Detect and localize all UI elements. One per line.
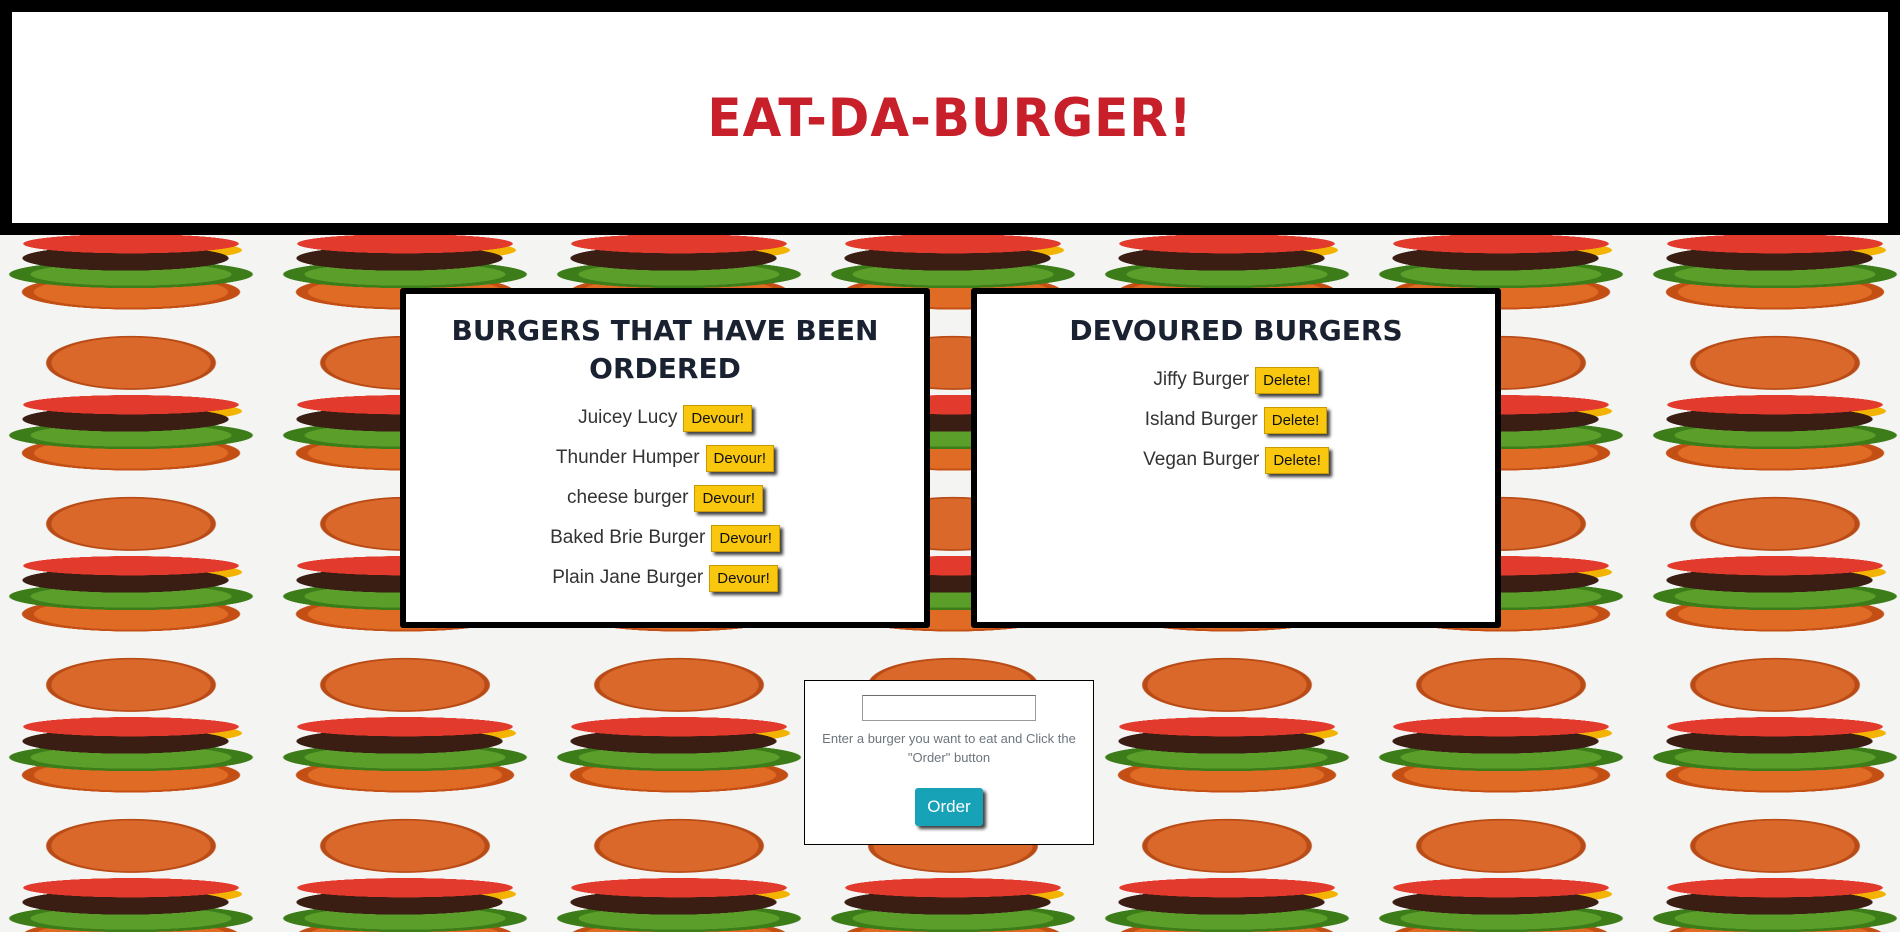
burger-name-input[interactable] [862, 695, 1036, 721]
ordered-burgers-panel: Burgers that have been ordered Juicey Lu… [400, 288, 930, 628]
list-item: Plain Jane Burger Devour! [406, 558, 924, 598]
list-item: cheese burger Devour! [406, 478, 924, 518]
devoured-panel-title: Devoured Burgers [1069, 314, 1403, 347]
delete-button[interactable]: Delete! [1255, 366, 1319, 394]
burger-name: Juicey Lucy [578, 407, 678, 428]
burger-name: Jiffy Burger [1153, 369, 1250, 390]
burger-name: Island Burger [1144, 409, 1258, 430]
devour-button[interactable]: Devour! [683, 404, 752, 432]
list-item: Thunder Humper Devour! [406, 438, 924, 478]
list-item: Vegan Burger Delete! [977, 440, 1495, 480]
order-form: Enter a burger you want to eat and Click… [804, 680, 1094, 845]
devour-button[interactable]: Devour! [694, 484, 763, 512]
order-help-text: Enter a burger you want to eat and Click… [822, 731, 1076, 765]
burger-name: Baked Brie Burger [550, 527, 706, 548]
burger-name: cheese burger [567, 487, 689, 508]
order-button[interactable]: Order [915, 788, 983, 826]
devour-button[interactable]: Devour! [705, 444, 775, 472]
devour-button[interactable]: Devour! [709, 564, 778, 592]
delete-button[interactable]: Delete! [1263, 406, 1328, 434]
devour-button[interactable]: Devour! [711, 524, 780, 552]
page-title: Eat-Da-Burger! [707, 87, 1193, 148]
devoured-burgers-panel: Devoured Burgers Jiffy Burger Delete! Is… [971, 288, 1501, 628]
list-item: Baked Brie Burger Devour! [406, 518, 924, 558]
burger-name: Plain Jane Burger [552, 567, 704, 588]
list-item: Jiffy Burger Delete! [977, 360, 1495, 400]
delete-button[interactable]: Delete! [1265, 446, 1329, 474]
page-header: Eat-Da-Burger! [0, 0, 1900, 235]
burger-name: Thunder Humper [555, 447, 700, 468]
ordered-panel-title: Burgers that have been ordered [451, 314, 879, 385]
list-item: Juicey Lucy Devour! [406, 398, 924, 438]
burger-name: Vegan Burger [1143, 449, 1260, 470]
list-item: Island Burger Delete! [977, 400, 1495, 440]
